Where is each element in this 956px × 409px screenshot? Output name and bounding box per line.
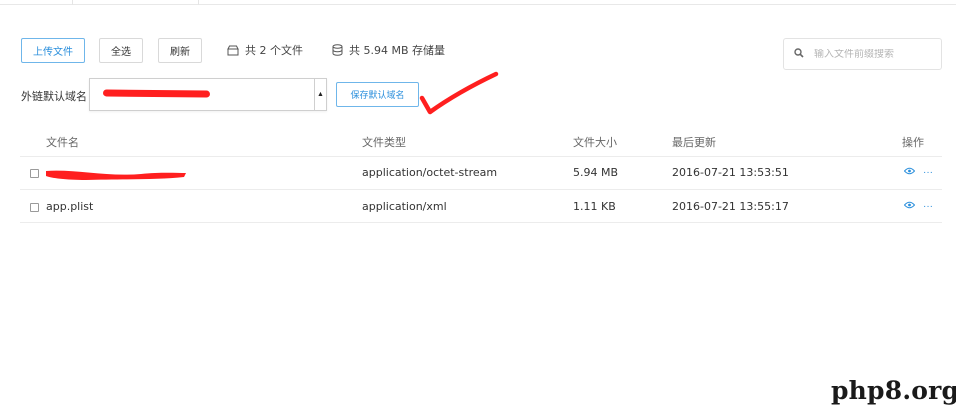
domain-label: 外链默认域名 (21, 90, 87, 103)
save-default-domain-button[interactable]: 保存默认域名 (336, 82, 419, 107)
storage-text: 共 5.94 MB 存储量 (349, 44, 446, 57)
more-icon[interactable]: ··· (923, 167, 933, 178)
eye-icon[interactable] (903, 167, 916, 178)
file-size: 1.11 KB (573, 200, 616, 213)
file-name[interactable]: app.plist (46, 200, 93, 213)
file-type: application/octet-stream (362, 166, 498, 179)
refresh-button[interactable]: 刷新 (158, 38, 202, 63)
redaction-mark (102, 89, 211, 98)
row-checkbox[interactable] (30, 169, 39, 178)
redaction-mark (46, 170, 186, 180)
col-header-size[interactable]: 文件大小 (573, 134, 617, 150)
search-icon (794, 45, 804, 63)
dropdown-arrow-icon[interactable]: ▲ (314, 79, 326, 110)
row-checkbox[interactable] (30, 203, 39, 212)
file-updated: 2016-07-21 13:53:51 (672, 166, 789, 179)
database-icon (332, 44, 343, 56)
select-all-button[interactable]: 全选 (99, 38, 143, 63)
file-count-stat: 共 2 个文件 (227, 42, 303, 58)
eye-icon[interactable] (903, 201, 916, 212)
file-updated: 2016-07-21 13:55:17 (672, 200, 789, 213)
col-header-type[interactable]: 文件类型 (362, 134, 406, 150)
file-type: application/xml (362, 200, 447, 213)
watermark: php8.org (831, 376, 956, 405)
search-box[interactable] (783, 38, 942, 70)
more-icon[interactable]: ··· (923, 201, 933, 212)
table-divider (20, 189, 942, 190)
col-header-updated[interactable]: 最后更新 (672, 134, 716, 150)
table-divider (20, 222, 942, 223)
annotation-check-mark (419, 71, 499, 115)
file-box-icon (227, 45, 239, 56)
storage-stat: 共 5.94 MB 存储量 (332, 42, 445, 58)
top-tab-bar (0, 0, 956, 5)
file-count-text: 共 2 个文件 (245, 44, 303, 57)
file-size: 5.94 MB (573, 166, 619, 179)
search-input[interactable] (814, 48, 934, 60)
upload-button[interactable]: 上传文件 (21, 38, 85, 63)
table-divider (20, 156, 942, 157)
tab-divider (72, 0, 73, 5)
col-header-actions: 操作 (902, 136, 924, 149)
tab-divider (198, 0, 199, 5)
col-header-name[interactable]: 文件名 (46, 134, 79, 150)
